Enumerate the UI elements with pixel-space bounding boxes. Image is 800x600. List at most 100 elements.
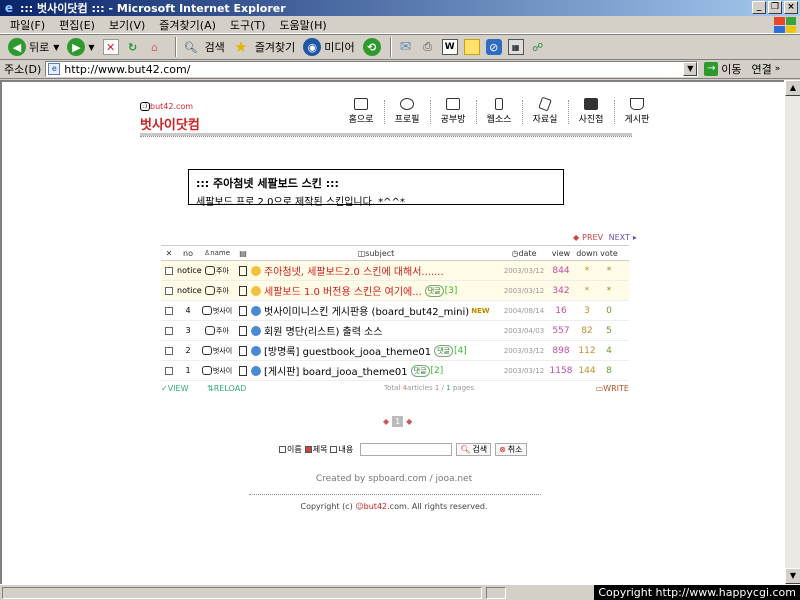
cancel-button[interactable]: ⊗ 취소	[495, 443, 527, 456]
vertical-scrollbar[interactable]: ▲ ▼	[784, 80, 800, 584]
row-file[interactable]	[235, 365, 251, 376]
row-checkbox[interactable]	[161, 326, 177, 335]
row-subject-text: 벗사이미니스킨 게시판용 (board_but42_mini)	[264, 307, 470, 318]
nav-home[interactable]: 홈으로	[338, 98, 384, 125]
search-button[interactable]: 🔍︎ 검색	[183, 39, 225, 55]
restore-icon[interactable]: ❐	[768, 1, 782, 14]
address-input[interactable]: e http://www.but42.com/ ▼	[45, 61, 699, 77]
go-button[interactable]: → 이동	[704, 61, 742, 77]
nav-photos[interactable]: 사진첩	[568, 98, 614, 125]
prev-link[interactable]: PREV	[582, 233, 603, 242]
messenger-icon[interactable]: ⊘	[485, 39, 502, 55]
avatar-icon	[201, 306, 212, 315]
header-date[interactable]: ◷date	[501, 249, 547, 258]
row-checkbox[interactable]	[161, 366, 177, 375]
scroll-up-icon[interactable]: ▲	[785, 80, 800, 96]
nav-archive[interactable]: 자료실	[522, 96, 568, 125]
address-dropdown-icon[interactable]: ▼	[683, 62, 698, 76]
home-icon[interactable]: ⌂	[147, 39, 163, 55]
users-icon[interactable]: ☍	[530, 39, 546, 55]
row-checkbox[interactable]	[161, 346, 177, 355]
row-file[interactable]	[235, 305, 251, 316]
row-subject[interactable]: 세팔보드 1.0 버전용 스킨은 여기에... 댓글 [3]	[251, 283, 501, 298]
row-author[interactable]: 벗사이	[199, 306, 235, 316]
search-button[interactable]: 🔍︎ 검색	[456, 443, 492, 456]
row-author[interactable]: 주아	[199, 326, 235, 336]
header-subject[interactable]: ◫ subject	[251, 249, 501, 258]
history-icon[interactable]: ⟲	[362, 38, 381, 56]
edit-word-icon[interactable]: W	[441, 39, 458, 55]
row-subject[interactable]: [방명록] guestbook_jooa_theme01 댓글 [4]	[251, 343, 501, 358]
forward-button[interactable]: ▶ ▼	[67, 38, 95, 56]
opt-label: 제목	[312, 445, 328, 454]
minimize-icon[interactable]: _	[752, 1, 766, 14]
mail-icon[interactable]: ✉	[398, 39, 414, 55]
comment-count[interactable]: [4]	[454, 346, 467, 356]
scroll-down-icon[interactable]: ▼	[785, 568, 800, 584]
refresh-icon[interactable]: ↻	[125, 39, 141, 55]
row-subject[interactable]: 회원 명단(리스트) 출력 소스	[251, 323, 501, 338]
search-opt-subject[interactable]: 제목	[304, 444, 328, 455]
row-author[interactable]: 벗사이	[199, 346, 235, 356]
row-subject-text: 주아첨넷, 세팔보드2.0 스킨에 대해서.......	[264, 267, 444, 278]
table-row[interactable]: 2 벗사이 [방명록] guestbook_jooa_theme01 댓글 [4…	[161, 341, 629, 361]
row-subject[interactable]: 벗사이미니스킨 게시판용 (board_but42_mini) NEW	[251, 303, 501, 318]
table-row[interactable]: 1 벗사이 [게시판] board_jooa_theme01 댓글 [2] 20…	[161, 361, 629, 381]
row-file[interactable]	[235, 325, 251, 336]
row-subject[interactable]: [게시판] board_jooa_theme01 댓글 [2]	[251, 363, 501, 378]
header-vote[interactable]: vote	[599, 249, 619, 258]
page-number[interactable]: 1	[392, 416, 404, 427]
row-checkbox[interactable]	[161, 266, 177, 275]
next-page-icon[interactable]: ◆	[406, 417, 412, 426]
row-file[interactable]	[235, 345, 251, 356]
row-date: 2003/04/03	[503, 326, 545, 335]
table-row[interactable]: notice 주아 세팔보드 1.0 버전용 스킨은 여기에... 댓글 [3]…	[161, 281, 629, 301]
media-button[interactable]: ◉ 미디어	[303, 38, 355, 56]
menu-favorites[interactable]: 즐겨찾기(A)	[159, 17, 216, 33]
nav-profile[interactable]: 프로필	[384, 98, 430, 125]
pages-label: pages	[452, 384, 474, 392]
row-checkbox[interactable]	[161, 306, 177, 315]
search-opt-content[interactable]: 내용	[330, 444, 353, 455]
close-icon[interactable]: ×	[784, 1, 798, 14]
print-icon[interactable]: ⎙	[420, 39, 436, 55]
comment-count[interactable]: [2]	[431, 366, 444, 376]
row-author-label: 주아	[216, 326, 229, 335]
table-row[interactable]: 3 주아 회원 명단(리스트) 출력 소스 2003/04/03 557 82 …	[161, 321, 629, 341]
links-button[interactable]: 연결 »	[752, 61, 781, 77]
favorites-button[interactable]: ★ 즐겨찾기	[233, 38, 295, 56]
row-checkbox[interactable]	[161, 286, 177, 295]
search-input[interactable]	[360, 443, 453, 456]
view-button[interactable]: ✓VIEW	[161, 384, 197, 393]
header-down[interactable]: down	[575, 249, 599, 258]
prev-page-icon[interactable]: ◆	[383, 417, 389, 426]
discuss-icon[interactable]	[463, 39, 480, 55]
site-logo[interactable]: :) but42.com 벗사이닷컴	[140, 102, 220, 133]
row-author[interactable]: 주아	[199, 286, 235, 296]
header-view[interactable]: view	[547, 249, 575, 258]
table-row[interactable]: 4 벗사이 벗사이미니스킨 게시판용 (board_but42_mini) NE…	[161, 301, 629, 321]
nav-study[interactable]: 공부방	[430, 98, 476, 125]
stop-icon[interactable]: ✕	[102, 39, 119, 55]
nav-websource[interactable]: 웹소스	[476, 98, 522, 125]
menu-view[interactable]: 보기(V)	[109, 17, 145, 33]
camera-icon	[584, 98, 598, 110]
table-row[interactable]: notice 주아 주아첨넷, 세팔보드2.0 스킨에 대해서....... 2…	[161, 261, 629, 281]
next-link[interactable]: NEXT	[609, 233, 630, 242]
menu-tools[interactable]: 도구(T)	[230, 17, 266, 33]
search-opt-name[interactable]: 이름	[279, 444, 302, 455]
nav-board[interactable]: 게시판	[614, 98, 660, 125]
row-subject[interactable]: 주아첨넷, 세팔보드2.0 스킨에 대해서.......	[251, 263, 501, 278]
menu-edit[interactable]: 편집(E)	[59, 17, 95, 33]
window-title-bar[interactable]: e ::: 벗사이닷컴 ::: - Microsoft Internet Exp…	[0, 0, 800, 16]
reload-button[interactable]: ⇅RELOAD	[207, 384, 254, 393]
menu-help[interactable]: 도움말(H)	[279, 17, 326, 33]
select-all-icon[interactable]: ✕	[161, 249, 177, 258]
research-icon[interactable]: ▦	[507, 39, 524, 55]
write-button[interactable]: ▭WRITE	[596, 384, 629, 393]
comment-count[interactable]: [3]	[445, 286, 458, 296]
back-button[interactable]: ◀ 뒤로 ▼	[8, 38, 59, 56]
menu-file[interactable]: 파일(F)	[10, 17, 45, 33]
row-author[interactable]: 주아	[199, 266, 235, 276]
row-author[interactable]: 벗사이	[199, 366, 235, 376]
